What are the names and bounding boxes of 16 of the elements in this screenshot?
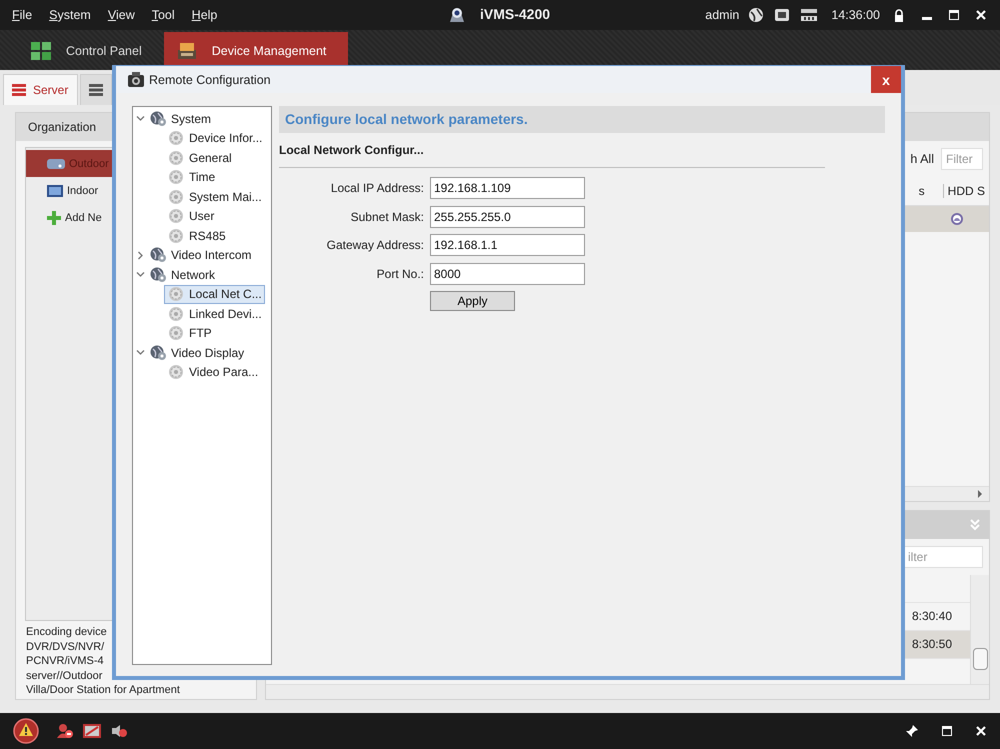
user-name: admin: [705, 8, 740, 22]
description-text: Encoding device: [26, 625, 107, 640]
field-label: Gateway Address:: [326, 238, 424, 252]
description-text: PCNVR/iVMS-4: [26, 654, 104, 668]
dialog-title: Remote Configuration: [149, 72, 271, 86]
field-label: Local IP Address:: [330, 181, 424, 195]
section-title: Local Network Configur...: [279, 143, 424, 157]
description-text: Villa/Door Station for Apartment: [26, 683, 180, 698]
field-label: Subnet Mask:: [350, 210, 424, 224]
description-text: DVR/DVS/NVR/: [26, 640, 104, 654]
field-label: Port No.:: [376, 266, 424, 280]
app-title: iVMS-4200: [480, 6, 550, 22]
description-text: server//Outdoor: [26, 668, 102, 683]
page-heading: Configure local network parameters.: [279, 106, 885, 133]
search-label: h All: [910, 152, 934, 166]
clock: 14:36:00: [831, 8, 880, 22]
